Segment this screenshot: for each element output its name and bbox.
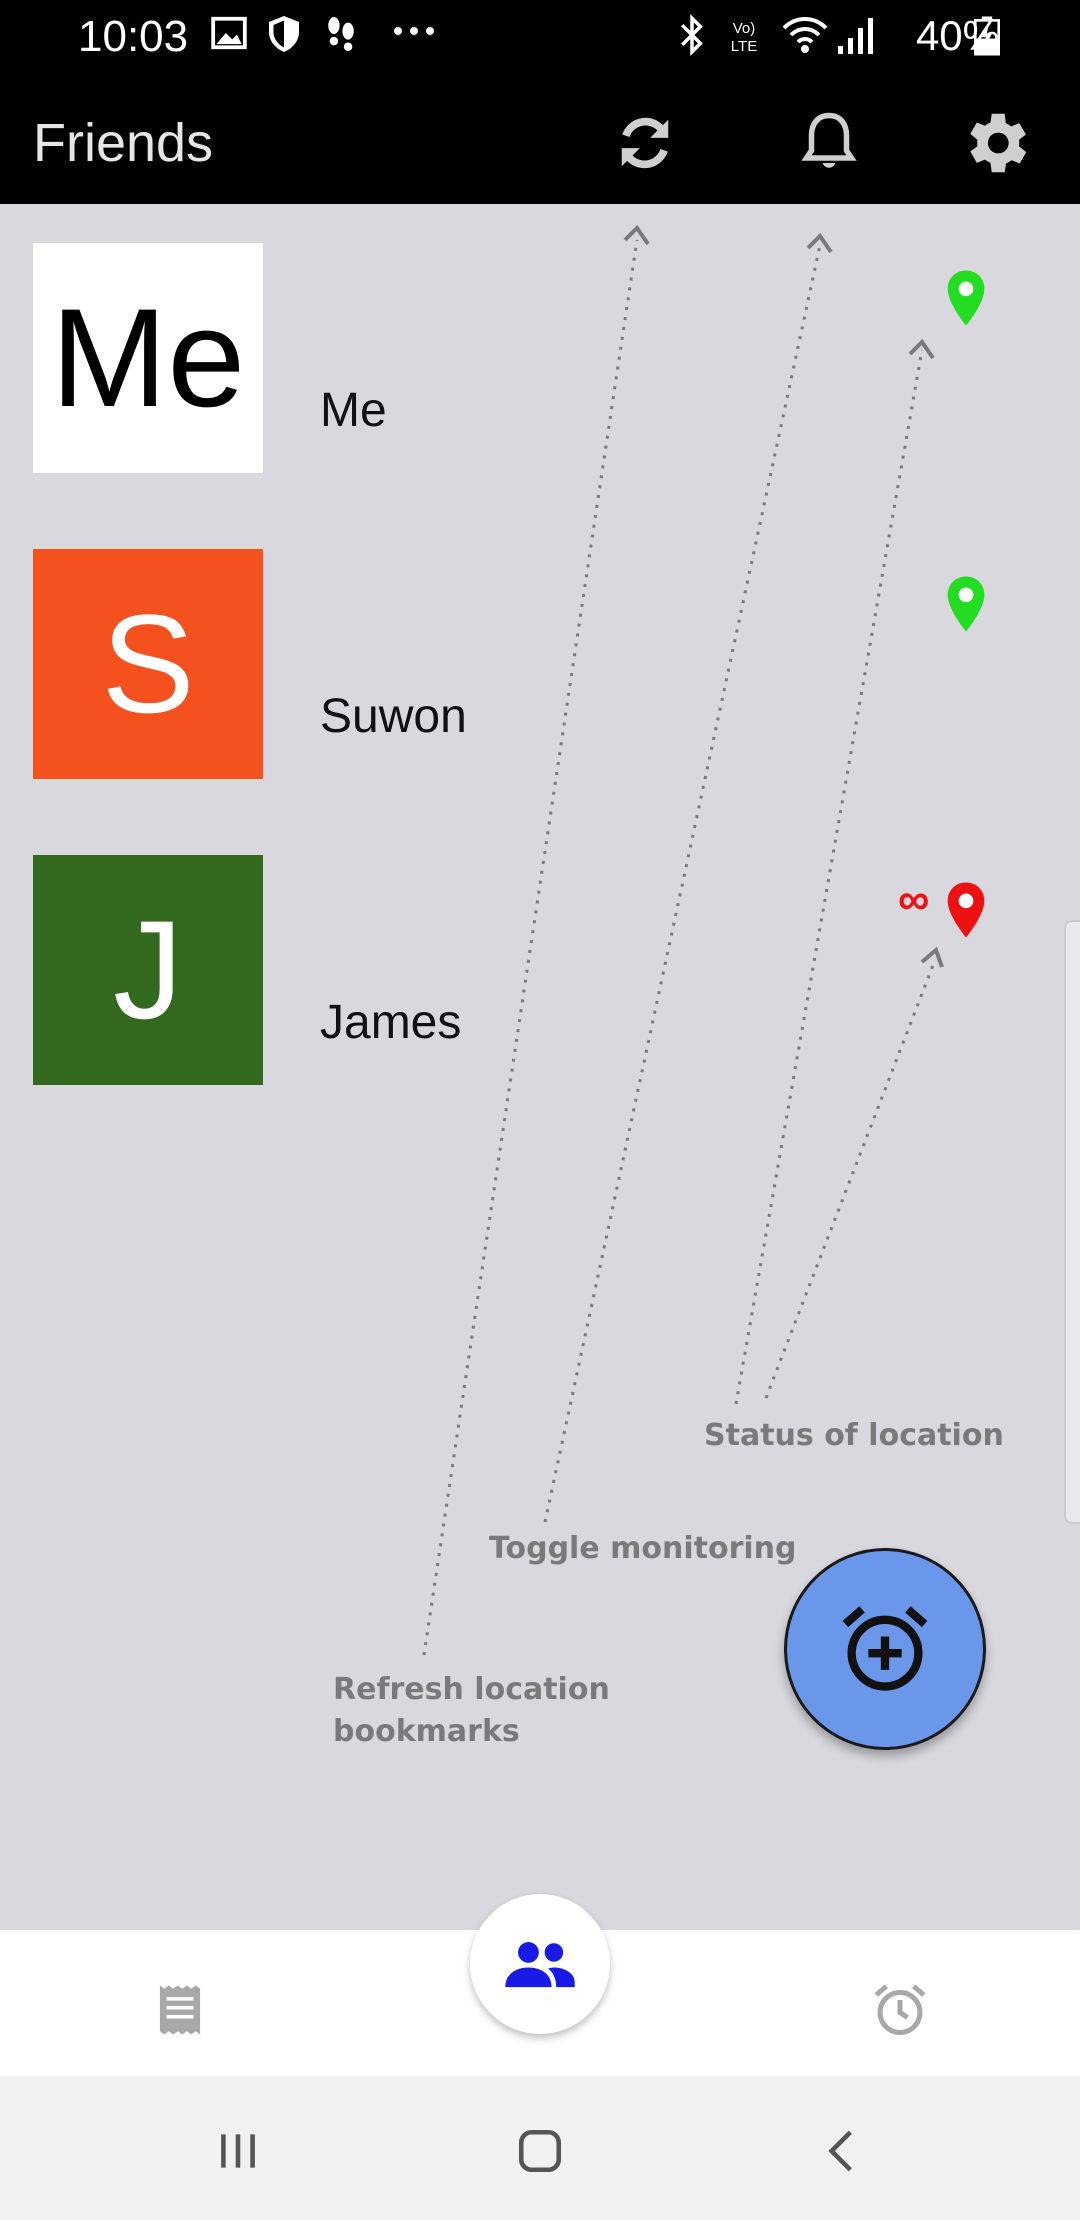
tutorial-refresh-line2: bookmarks: [333, 1714, 520, 1749]
wifi-icon: [780, 14, 830, 61]
settings-button[interactable]: [950, 98, 1040, 188]
recents-icon: [221, 2134, 255, 2168]
shield-icon: [266, 14, 302, 59]
nav-list-button[interactable]: [140, 1970, 220, 2050]
tutorial-toggle-monitoring: Toggle monitoring: [489, 1531, 797, 1566]
location-pin-icon[interactable]: [944, 880, 988, 940]
volte-icon: Vo) LTE: [724, 16, 764, 61]
friend-row-suwon[interactable]: S Suwon: [0, 549, 1080, 779]
footprints-icon: [324, 14, 358, 59]
scroll-handle[interactable]: [1064, 920, 1080, 1524]
alarm-add-icon: [842, 1606, 928, 1691]
battery-icon: [974, 16, 1000, 61]
bell-icon: [801, 112, 857, 168]
notification-toggle-button[interactable]: [784, 98, 874, 188]
status-infinity: ∞: [898, 875, 930, 924]
refresh-icon: [621, 117, 669, 169]
home-button[interactable]: [500, 2116, 580, 2186]
friend-name: James: [320, 996, 462, 1049]
avatar: J: [33, 855, 263, 1085]
back-icon: [828, 2130, 852, 2172]
add-alarm-button[interactable]: [784, 1548, 986, 1750]
tutorial-status-of-location: Status of location: [704, 1418, 1004, 1453]
more-icon: [392, 24, 436, 42]
signal-icon: [836, 14, 876, 61]
status-bar: 10:03 Vo) LTE 40%: [0, 0, 1080, 74]
home-icon: [518, 2129, 562, 2173]
avatar: S: [33, 549, 263, 779]
location-pin-icon[interactable]: [944, 574, 988, 634]
avatar: Me: [33, 243, 263, 473]
friend-row-james[interactable]: J James ∞: [0, 855, 1080, 1085]
page-title: Friends: [33, 113, 214, 173]
friend-name: Suwon: [320, 690, 467, 743]
people-icon: [505, 1942, 575, 1988]
svg-text:Vo): Vo): [733, 20, 756, 37]
back-button[interactable]: [802, 2116, 882, 2186]
avatar-initials: Me: [50, 279, 246, 436]
friend-row-me[interactable]: Me Me: [0, 243, 1080, 473]
location-pin-icon[interactable]: [944, 268, 988, 328]
app-bar: Friends: [0, 74, 1080, 204]
svg-text:LTE: LTE: [731, 38, 757, 55]
bluetooth-icon: [678, 13, 706, 61]
avatar-initials: S: [101, 585, 195, 742]
nav-friends-button[interactable]: [470, 1894, 610, 2034]
alarm-icon: [874, 1984, 926, 2035]
gear-icon: [970, 113, 1027, 173]
image-icon: [210, 14, 248, 57]
avatar-initials: J: [113, 891, 183, 1048]
recents-button[interactable]: [198, 2116, 278, 2186]
friend-name: Me: [320, 384, 387, 437]
nav-alarm-button[interactable]: [860, 1970, 940, 2050]
list-icon: [159, 1985, 201, 2035]
system-navigation-bar: [0, 2076, 1080, 2220]
status-time: 10:03: [78, 12, 189, 61]
tutorial-refresh-line1: Refresh location: [333, 1672, 610, 1707]
refresh-button[interactable]: [600, 98, 690, 188]
